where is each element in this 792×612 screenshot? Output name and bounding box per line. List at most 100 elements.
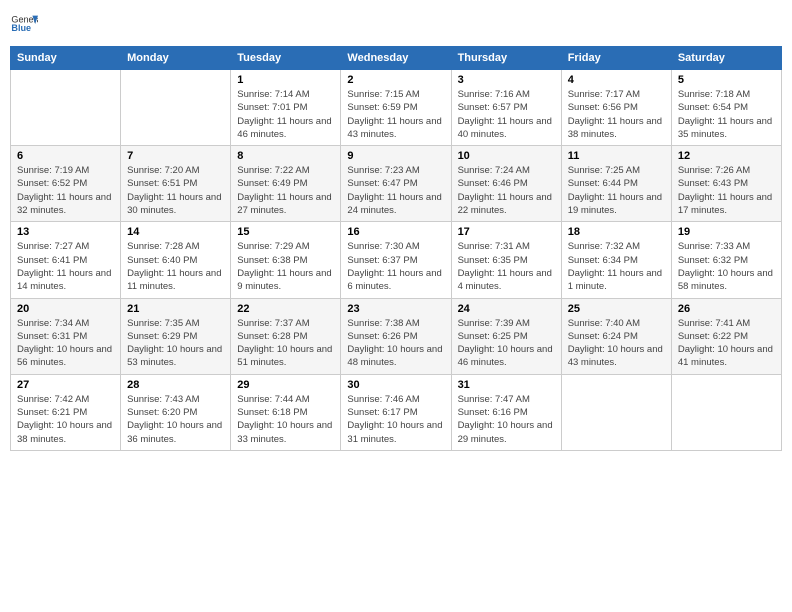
- calendar-week-2: 6 Sunrise: 7:19 AM Sunset: 6:52 PM Daylig…: [11, 146, 782, 222]
- day-number: 29: [237, 379, 334, 391]
- calendar-cell: 11 Sunrise: 7:25 AM Sunset: 6:44 PM Dayli…: [561, 146, 671, 222]
- calendar-cell: 3 Sunrise: 7:16 AM Sunset: 6:57 PM Daylig…: [451, 70, 561, 146]
- logo: General Blue: [10, 10, 38, 38]
- day-number: 7: [127, 150, 224, 162]
- calendar-cell: 16 Sunrise: 7:30 AM Sunset: 6:37 PM Dayli…: [341, 222, 451, 298]
- calendar-cell: 1 Sunrise: 7:14 AM Sunset: 7:01 PM Daylig…: [231, 70, 341, 146]
- day-number: 6: [17, 150, 114, 162]
- day-info: Sunrise: 7:43 AM Sunset: 6:20 PM Dayligh…: [127, 393, 224, 446]
- day-number: 17: [458, 226, 555, 238]
- day-number: 3: [458, 74, 555, 86]
- day-info: Sunrise: 7:28 AM Sunset: 6:40 PM Dayligh…: [127, 240, 224, 293]
- calendar-cell: 26 Sunrise: 7:41 AM Sunset: 6:22 PM Dayli…: [671, 298, 781, 374]
- calendar-cell: 24 Sunrise: 7:39 AM Sunset: 6:25 PM Dayli…: [451, 298, 561, 374]
- day-number: 18: [568, 226, 665, 238]
- day-info: Sunrise: 7:14 AM Sunset: 7:01 PM Dayligh…: [237, 88, 334, 141]
- day-info: Sunrise: 7:41 AM Sunset: 6:22 PM Dayligh…: [678, 317, 775, 370]
- day-info: Sunrise: 7:42 AM Sunset: 6:21 PM Dayligh…: [17, 393, 114, 446]
- calendar-cell: [671, 374, 781, 450]
- calendar-cell: 2Sunrise: 7:15 AM Sunset: 6:59 PM Daylig…: [341, 70, 451, 146]
- day-info: Sunrise: 7:23 AM Sunset: 6:47 PM Dayligh…: [347, 164, 444, 217]
- weekday-header-thursday: Thursday: [451, 47, 561, 70]
- day-info: Sunrise: 7:46 AM Sunset: 6:17 PM Dayligh…: [347, 393, 444, 446]
- day-info: Sunrise: 7:31 AM Sunset: 6:35 PM Dayligh…: [458, 240, 555, 293]
- calendar-cell: 5Sunrise: 7:18 AM Sunset: 6:54 PM Daylig…: [671, 70, 781, 146]
- day-number: 26: [678, 303, 775, 315]
- calendar-cell: 14 Sunrise: 7:28 AM Sunset: 6:40 PM Dayli…: [121, 222, 231, 298]
- calendar-cell: 12 Sunrise: 7:26 AM Sunset: 6:43 PM Dayli…: [671, 146, 781, 222]
- day-number: 31: [458, 379, 555, 391]
- day-number: 30: [347, 379, 444, 391]
- day-info: Sunrise: 7:37 AM Sunset: 6:28 PM Dayligh…: [237, 317, 334, 370]
- day-number: 14: [127, 226, 224, 238]
- day-info: Sunrise: 7:16 AM Sunset: 6:57 PM Dayligh…: [458, 88, 555, 141]
- calendar-cell: [11, 70, 121, 146]
- calendar-cell: 28 Sunrise: 7:43 AM Sunset: 6:20 PM Dayli…: [121, 374, 231, 450]
- calendar-cell: [121, 70, 231, 146]
- calendar-cell: 23Sunrise: 7:38 AM Sunset: 6:26 PM Dayli…: [341, 298, 451, 374]
- weekday-header-sunday: Sunday: [11, 47, 121, 70]
- calendar-table: SundayMondayTuesdayWednesdayThursdayFrid…: [10, 46, 782, 451]
- calendar-cell: 17 Sunrise: 7:31 AM Sunset: 6:35 PM Dayli…: [451, 222, 561, 298]
- calendar-cell: 30 Sunrise: 7:46 AM Sunset: 6:17 PM Dayli…: [341, 374, 451, 450]
- day-info: Sunrise: 7:15 AM Sunset: 6:59 PM Dayligh…: [347, 88, 444, 141]
- calendar-cell: 6 Sunrise: 7:19 AM Sunset: 6:52 PM Daylig…: [11, 146, 121, 222]
- day-number: 16: [347, 226, 444, 238]
- weekday-header-monday: Monday: [121, 47, 231, 70]
- calendar-cell: 15Sunrise: 7:29 AM Sunset: 6:38 PM Dayli…: [231, 222, 341, 298]
- weekday-header-wednesday: Wednesday: [341, 47, 451, 70]
- calendar-cell: 20 Sunrise: 7:34 AM Sunset: 6:31 PM Dayli…: [11, 298, 121, 374]
- calendar-cell: 29 Sunrise: 7:44 AM Sunset: 6:18 PM Dayli…: [231, 374, 341, 450]
- day-number: 20: [17, 303, 114, 315]
- day-number: 1: [237, 74, 334, 86]
- calendar-week-3: 13 Sunrise: 7:27 AM Sunset: 6:41 PM Dayli…: [11, 222, 782, 298]
- day-info: Sunrise: 7:24 AM Sunset: 6:46 PM Dayligh…: [458, 164, 555, 217]
- day-info: Sunrise: 7:34 AM Sunset: 6:31 PM Dayligh…: [17, 317, 114, 370]
- day-info: Sunrise: 7:25 AM Sunset: 6:44 PM Dayligh…: [568, 164, 665, 217]
- day-number: 22: [237, 303, 334, 315]
- day-number: 19: [678, 226, 775, 238]
- calendar-week-4: 20 Sunrise: 7:34 AM Sunset: 6:31 PM Dayli…: [11, 298, 782, 374]
- day-number: 28: [127, 379, 224, 391]
- day-info: Sunrise: 7:26 AM Sunset: 6:43 PM Dayligh…: [678, 164, 775, 217]
- day-number: 25: [568, 303, 665, 315]
- weekday-header-saturday: Saturday: [671, 47, 781, 70]
- logo-icon: General Blue: [10, 10, 38, 38]
- calendar-cell: 7 Sunrise: 7:20 AM Sunset: 6:51 PM Daylig…: [121, 146, 231, 222]
- calendar-cell: 8Sunrise: 7:22 AM Sunset: 6:49 PM Daylig…: [231, 146, 341, 222]
- calendar-cell: 4 Sunrise: 7:17 AM Sunset: 6:56 PM Daylig…: [561, 70, 671, 146]
- day-number: 10: [458, 150, 555, 162]
- day-info: Sunrise: 7:39 AM Sunset: 6:25 PM Dayligh…: [458, 317, 555, 370]
- svg-text:Blue: Blue: [11, 23, 31, 33]
- calendar-week-1: 1 Sunrise: 7:14 AM Sunset: 7:01 PM Daylig…: [11, 70, 782, 146]
- day-info: Sunrise: 7:38 AM Sunset: 6:26 PM Dayligh…: [347, 317, 444, 370]
- calendar-cell: [561, 374, 671, 450]
- day-info: Sunrise: 7:40 AM Sunset: 6:24 PM Dayligh…: [568, 317, 665, 370]
- day-info: Sunrise: 7:17 AM Sunset: 6:56 PM Dayligh…: [568, 88, 665, 141]
- day-info: Sunrise: 7:19 AM Sunset: 6:52 PM Dayligh…: [17, 164, 114, 217]
- day-info: Sunrise: 7:27 AM Sunset: 6:41 PM Dayligh…: [17, 240, 114, 293]
- day-info: Sunrise: 7:47 AM Sunset: 6:16 PM Dayligh…: [458, 393, 555, 446]
- day-number: 11: [568, 150, 665, 162]
- day-number: 21: [127, 303, 224, 315]
- day-number: 8: [237, 150, 334, 162]
- calendar-cell: 25 Sunrise: 7:40 AM Sunset: 6:24 PM Dayli…: [561, 298, 671, 374]
- day-number: 5: [678, 74, 775, 86]
- day-info: Sunrise: 7:20 AM Sunset: 6:51 PM Dayligh…: [127, 164, 224, 217]
- day-number: 13: [17, 226, 114, 238]
- day-number: 27: [17, 379, 114, 391]
- day-info: Sunrise: 7:44 AM Sunset: 6:18 PM Dayligh…: [237, 393, 334, 446]
- weekday-header-tuesday: Tuesday: [231, 47, 341, 70]
- calendar-cell: 21 Sunrise: 7:35 AM Sunset: 6:29 PM Dayli…: [121, 298, 231, 374]
- day-number: 4: [568, 74, 665, 86]
- calendar-cell: 10 Sunrise: 7:24 AM Sunset: 6:46 PM Dayli…: [451, 146, 561, 222]
- calendar-cell: 31 Sunrise: 7:47 AM Sunset: 6:16 PM Dayli…: [451, 374, 561, 450]
- day-info: Sunrise: 7:33 AM Sunset: 6:32 PM Dayligh…: [678, 240, 775, 293]
- day-number: 24: [458, 303, 555, 315]
- day-info: Sunrise: 7:32 AM Sunset: 6:34 PM Dayligh…: [568, 240, 665, 293]
- day-number: 12: [678, 150, 775, 162]
- calendar-cell: 27 Sunrise: 7:42 AM Sunset: 6:21 PM Dayli…: [11, 374, 121, 450]
- day-info: Sunrise: 7:30 AM Sunset: 6:37 PM Dayligh…: [347, 240, 444, 293]
- day-info: Sunrise: 7:35 AM Sunset: 6:29 PM Dayligh…: [127, 317, 224, 370]
- day-info: Sunrise: 7:29 AM Sunset: 6:38 PM Dayligh…: [237, 240, 334, 293]
